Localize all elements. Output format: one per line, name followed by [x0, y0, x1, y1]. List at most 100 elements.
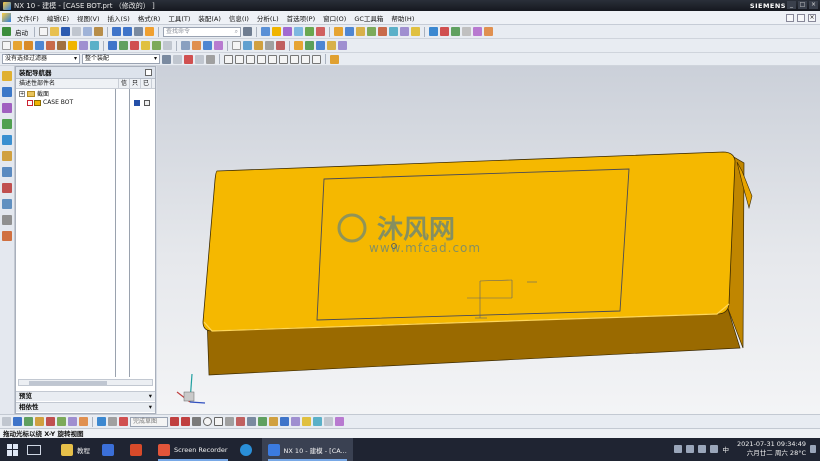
- roles-icon[interactable]: [243, 27, 252, 36]
- start-button[interactable]: 启动: [13, 27, 30, 37]
- input-language-indicator[interactable]: 中: [722, 444, 729, 454]
- draft-icon[interactable]: [141, 41, 150, 50]
- menu-analysis[interactable]: 分析(L): [253, 13, 283, 23]
- point-icon[interactable]: [276, 41, 285, 50]
- reattach-icon[interactable]: [35, 417, 44, 426]
- edit-object-display-icon[interactable]: [232, 41, 241, 50]
- measure-icon[interactable]: [429, 27, 438, 36]
- select-icon[interactable]: [2, 41, 11, 50]
- redo-icon[interactable]: [123, 27, 132, 36]
- snap-endpoint-icon[interactable]: [224, 54, 233, 64]
- snap-control-point-icon[interactable]: [246, 54, 255, 64]
- system-materials-tab-icon[interactable]: [2, 231, 12, 241]
- roles-tab-icon[interactable]: [2, 215, 12, 225]
- task-view-icon[interactable]: [27, 444, 41, 455]
- quick-trim-icon[interactable]: [258, 417, 267, 426]
- polygon-icon[interactable]: [225, 417, 234, 426]
- mirror-icon[interactable]: [484, 27, 493, 36]
- edge-blend-icon[interactable]: [400, 27, 409, 36]
- scale-body-icon[interactable]: [163, 41, 172, 50]
- visibility-checkbox[interactable]: [27, 99, 33, 106]
- sketch-icon[interactable]: [451, 27, 460, 36]
- new-file-icon[interactable]: [39, 27, 48, 36]
- menu-tools[interactable]: 工具(T): [164, 13, 194, 23]
- process-studio-tab-icon[interactable]: [2, 183, 12, 193]
- orient-to-sketch-icon[interactable]: [24, 417, 33, 426]
- wave-linker-icon[interactable]: [327, 41, 336, 50]
- web-browser-tab-icon[interactable]: [2, 151, 12, 161]
- fillet-icon[interactable]: [236, 417, 245, 426]
- snap-icon[interactable]: [254, 41, 263, 50]
- windows-start-button[interactable]: [7, 443, 19, 456]
- pattern-icon[interactable]: [473, 27, 482, 36]
- history-tab-icon[interactable]: [2, 167, 12, 177]
- volume-icon[interactable]: [710, 445, 719, 453]
- notification-icon[interactable]: [810, 445, 816, 453]
- network-icon[interactable]: [698, 445, 707, 453]
- scrollbar-thumb[interactable]: [29, 381, 107, 385]
- studio-spline-icon[interactable]: [170, 417, 179, 426]
- snap-center-icon[interactable]: [268, 54, 277, 64]
- thicken-icon[interactable]: [152, 41, 161, 50]
- pad-feature-icon[interactable]: [79, 41, 88, 50]
- curve-rule-icon[interactable]: [206, 54, 215, 64]
- shell-icon[interactable]: [389, 27, 398, 36]
- snap-on-curve-icon[interactable]: [290, 54, 299, 64]
- pocket-feature-icon[interactable]: [68, 41, 77, 50]
- save-icon[interactable]: [61, 27, 70, 36]
- move-component-icon[interactable]: [316, 41, 325, 50]
- taskbar-app-screen-recorder[interactable]: Screen Recorder: [152, 438, 234, 461]
- box-feature-icon[interactable]: [13, 41, 22, 50]
- evaluate-sketch-icon[interactable]: [68, 417, 77, 426]
- shaded-view-icon[interactable]: [272, 27, 281, 36]
- column-readonly[interactable]: 只: [130, 79, 141, 88]
- command-search-input[interactable]: 查找命令 ⌕: [163, 26, 241, 37]
- snap-existing-point-icon[interactable]: [312, 54, 321, 64]
- navigator-pin-button[interactable]: [145, 69, 152, 76]
- finish-sketch-dropdown[interactable]: 完成草图: [130, 416, 168, 427]
- quick-pick-icon[interactable]: [330, 54, 339, 64]
- update-model-icon[interactable]: [46, 417, 55, 426]
- hd3d-tools-tab-icon[interactable]: [2, 135, 12, 145]
- snap-on-face-icon[interactable]: [301, 54, 310, 64]
- snap-quadrant-icon[interactable]: [279, 54, 288, 64]
- tray-app-icon[interactable]: [674, 445, 683, 453]
- menu-window[interactable]: 窗口(O): [319, 13, 350, 23]
- mirror-curve-icon[interactable]: [119, 417, 128, 426]
- column-part-name[interactable]: 描述性部件名: [16, 79, 119, 88]
- cylinder-feature-icon[interactable]: [24, 41, 33, 50]
- grid-icon[interactable]: [265, 41, 274, 50]
- doc-minimize-button[interactable]: [786, 13, 794, 22]
- navigator-horizontal-scrollbar[interactable]: [18, 379, 153, 386]
- boss-feature-icon[interactable]: [57, 41, 66, 50]
- analysis-icon[interactable]: [440, 27, 449, 36]
- tree-row-sections[interactable]: + 截面: [16, 89, 155, 98]
- menu-insert[interactable]: 插入(S): [104, 13, 134, 23]
- menu-help[interactable]: 帮助(H): [387, 13, 418, 23]
- geometric-constraint-icon[interactable]: [302, 417, 311, 426]
- repeat-command-icon[interactable]: [134, 27, 143, 36]
- deselect-icon[interactable]: [184, 54, 193, 64]
- column-info[interactable]: 信: [119, 79, 130, 88]
- chamfer-curve-icon[interactable]: [247, 417, 256, 426]
- feature-rule-icon[interactable]: [195, 54, 204, 64]
- subtract-icon[interactable]: [378, 27, 387, 36]
- hole-icon[interactable]: [356, 27, 365, 36]
- trim-body-icon[interactable]: [108, 41, 117, 50]
- profile-icon[interactable]: [97, 417, 106, 426]
- tree-row-case-bot[interactable]: CASE BOT: [16, 98, 155, 107]
- model-view[interactable]: 沐风网 www.mfcad.com: [157, 66, 820, 414]
- circle-icon[interactable]: [203, 417, 212, 426]
- window-switch-icon[interactable]: [145, 27, 154, 36]
- taskbar-app-nx[interactable]: NX 10 - 建模 - [CA...: [261, 438, 353, 461]
- quick-extend-icon[interactable]: [269, 417, 278, 426]
- menu-view[interactable]: 视图(V): [73, 13, 104, 23]
- offset-curve-icon[interactable]: [108, 417, 117, 426]
- show-hide-icon[interactable]: [316, 27, 325, 36]
- cut-icon[interactable]: [72, 27, 81, 36]
- sphere-feature-icon[interactable]: [46, 41, 55, 50]
- taskbar-app-office[interactable]: [124, 438, 152, 461]
- sketch-icon[interactable]: [2, 417, 11, 426]
- menu-information[interactable]: 信息(I): [225, 13, 253, 23]
- menu-file[interactable]: 文件(F): [13, 13, 43, 23]
